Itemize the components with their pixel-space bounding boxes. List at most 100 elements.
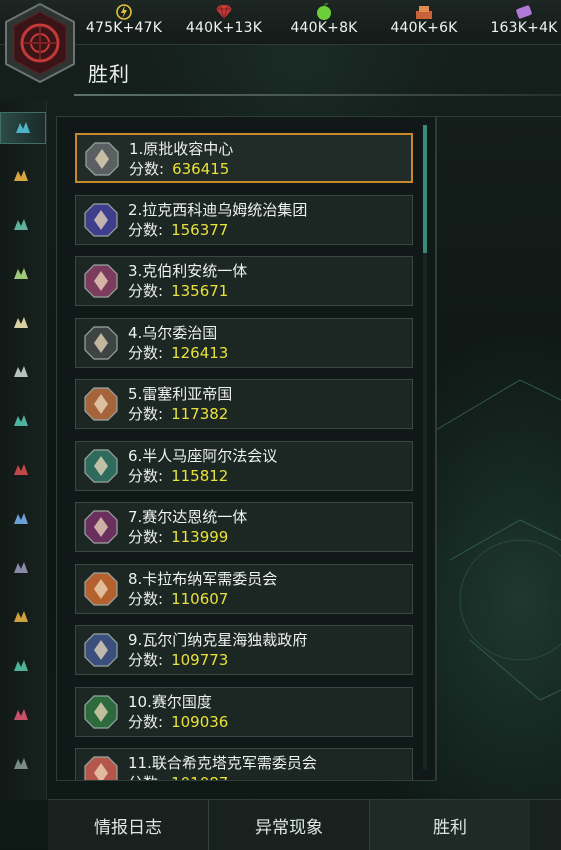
victory-list-item[interactable]: 1.原批收容中心 分数: 636415 [75, 133, 413, 183]
score-value: 636415 [172, 160, 230, 178]
resource-energy-value: 475K+47K [85, 20, 163, 36]
detail-area [436, 116, 561, 780]
empire-emblem-11-icon [84, 756, 118, 780]
consumer-goods-icon [516, 5, 532, 19]
sidebar-expeditions[interactable] [6, 602, 36, 632]
empire-name: 11.联合希克塔克军需委员会 [128, 754, 317, 772]
window-header: 胜利 [74, 50, 561, 100]
score-value: 126413 [171, 343, 229, 362]
empire-name: 7.赛尔达恩统一体 [128, 508, 248, 526]
sidebar-military[interactable] [6, 553, 36, 583]
empire-emblem-2-icon [84, 202, 118, 237]
score-label: 分数: [128, 589, 164, 608]
species-icon [14, 219, 28, 230]
technology-icon [14, 366, 28, 377]
storage-icon [14, 709, 28, 720]
sidebar-market[interactable] [6, 651, 36, 681]
score-value: 113999 [171, 528, 229, 546]
title-divider [74, 94, 561, 96]
empire-emblem-8-icon [84, 571, 118, 606]
victory-list-item[interactable]: 8.卡拉布纳军需委员会 分数: 110607 [75, 563, 413, 614]
resource-energy[interactable]: 475K+47K [74, 2, 174, 36]
victory-list-item[interactable]: 5.雷塞利亚帝国 分数: 117382 [75, 379, 413, 429]
score-value: 117382 [171, 405, 229, 423]
resource-minerals-value: 440K+13K [185, 20, 263, 36]
traditions-icon [14, 415, 28, 426]
score-row: 分数: 156377 [128, 219, 228, 240]
resource-food-value: 440K+8K [290, 20, 358, 36]
empire-emblem-7-icon [84, 510, 118, 544]
sidebar-planets[interactable] [6, 259, 36, 289]
government-icon [14, 170, 28, 181]
empire-emblem-9-icon [84, 633, 118, 667]
victory-list-item[interactable]: 11.联合希克塔克军需委员会分数: 101087 [75, 748, 413, 780]
score-row: 分数: 109036 [128, 711, 228, 732]
empire-name: 5.雷塞利亚帝国 [128, 385, 233, 403]
score-value: 156377 [171, 220, 229, 239]
victory-list-item[interactable]: 4.乌尔委治国 分数: 126413 [75, 317, 413, 368]
score-label: 分数: [128, 712, 164, 731]
score-label: 分数: [128, 343, 164, 362]
sidebar-leaders[interactable] [6, 308, 36, 338]
score-label: 分数: [128, 774, 163, 780]
empire-name: 10.赛尔国度 [128, 692, 212, 711]
food-icon [317, 2, 331, 20]
tab-intel-log-label: 情报日志 [94, 817, 162, 838]
score-row: 分数: 110607 [128, 588, 228, 609]
score-row: 分数: 636415 [129, 158, 229, 179]
situation-icon [14, 464, 28, 475]
score-value: 109036 [171, 712, 229, 731]
page-title: 胜利 [88, 62, 130, 86]
sidebar-lock[interactable] [6, 749, 36, 779]
scrollbar-thumb[interactable] [423, 125, 427, 253]
resource-consumer-goods-value: 163K+4K [490, 20, 558, 36]
score-row: 分数: 115812 [128, 465, 228, 486]
victory-list-item[interactable]: 9.瓦尔门纳克星海独裁政府 分数: 109773 [75, 625, 413, 675]
sidebar-traditions[interactable] [6, 406, 36, 436]
contacts-icon [16, 122, 30, 133]
resource-consumer-goods[interactable]: 163K+4K [474, 2, 561, 36]
sidebar-species[interactable] [6, 210, 36, 240]
bottom-tab-bar: 情报日志 异常现象 胜利 [48, 799, 561, 850]
tab-anomalies[interactable]: 异常现象 [209, 800, 369, 850]
score-label: 分数: [129, 160, 165, 178]
score-label: 分数: [128, 528, 164, 546]
sidebar-contacts[interactable] [0, 112, 46, 144]
sidebar-technology[interactable] [6, 357, 36, 387]
empire-name: 3.克伯利安统一体 [128, 262, 248, 280]
victory-list-item[interactable]: 2.拉克西科迪乌姆统治集团 分数: 156377 [75, 194, 413, 245]
resource-bar: 475K+47K 440K+13K 440K+8K 440K+6K 163K+4… [0, 0, 561, 45]
score-row: 分数: 117382 [128, 403, 228, 424]
victory-score-list: 1.原批收容中心 分数: 636415 2.拉克西科迪乌姆统治集团 分数: 156377 3… [57, 117, 435, 780]
empire-name: 9.瓦尔门纳克星海独裁政府 [128, 631, 308, 649]
fleets-icon [14, 513, 28, 524]
tab-intel-log[interactable]: 情报日志 [48, 800, 208, 850]
planets-icon [14, 268, 28, 279]
military-icon [14, 562, 28, 573]
score-label: 分数: [128, 282, 164, 300]
victory-list-panel: 1.原批收容中心 分数: 636415 2.拉克西科迪乌姆统治集团 分数: 156377 3… [56, 116, 436, 781]
resource-minerals[interactable]: 440K+13K [174, 2, 274, 36]
empire-emblem-icon[interactable] [2, 2, 78, 84]
resource-alloys-value: 440K+6K [390, 20, 458, 36]
empire-emblem-1-icon [85, 142, 119, 176]
victory-list-item[interactable]: 6.半人马座阿尔法会议 分数: 115812 [75, 440, 413, 491]
empire-name: 4.乌尔委治国 [128, 323, 218, 342]
score-value: 115812 [171, 466, 229, 485]
sidebar-fleets[interactable] [6, 504, 36, 534]
minerals-icon [216, 4, 232, 20]
resource-food[interactable]: 440K+8K [274, 2, 374, 36]
sidebar-government[interactable] [6, 161, 36, 191]
victory-list-item[interactable]: 3.克伯利安统一体 分数: 135671 [75, 256, 413, 306]
victory-list-item[interactable]: 10.赛尔国度 分数: 109036 [75, 686, 413, 737]
score-value: 109773 [171, 651, 229, 669]
lock-icon [14, 758, 28, 769]
resource-alloys[interactable]: 440K+6K [374, 2, 474, 36]
victory-list-item[interactable]: 7.赛尔达恩统一体 分数: 113999 [75, 502, 413, 552]
score-row: 分数: 135671 [128, 280, 228, 301]
sidebar-storage[interactable] [6, 700, 36, 730]
sidebar [0, 100, 47, 800]
tab-victory[interactable]: 胜利 [370, 800, 530, 850]
sidebar-situation[interactable] [6, 455, 36, 485]
score-label: 分数: [128, 405, 164, 423]
